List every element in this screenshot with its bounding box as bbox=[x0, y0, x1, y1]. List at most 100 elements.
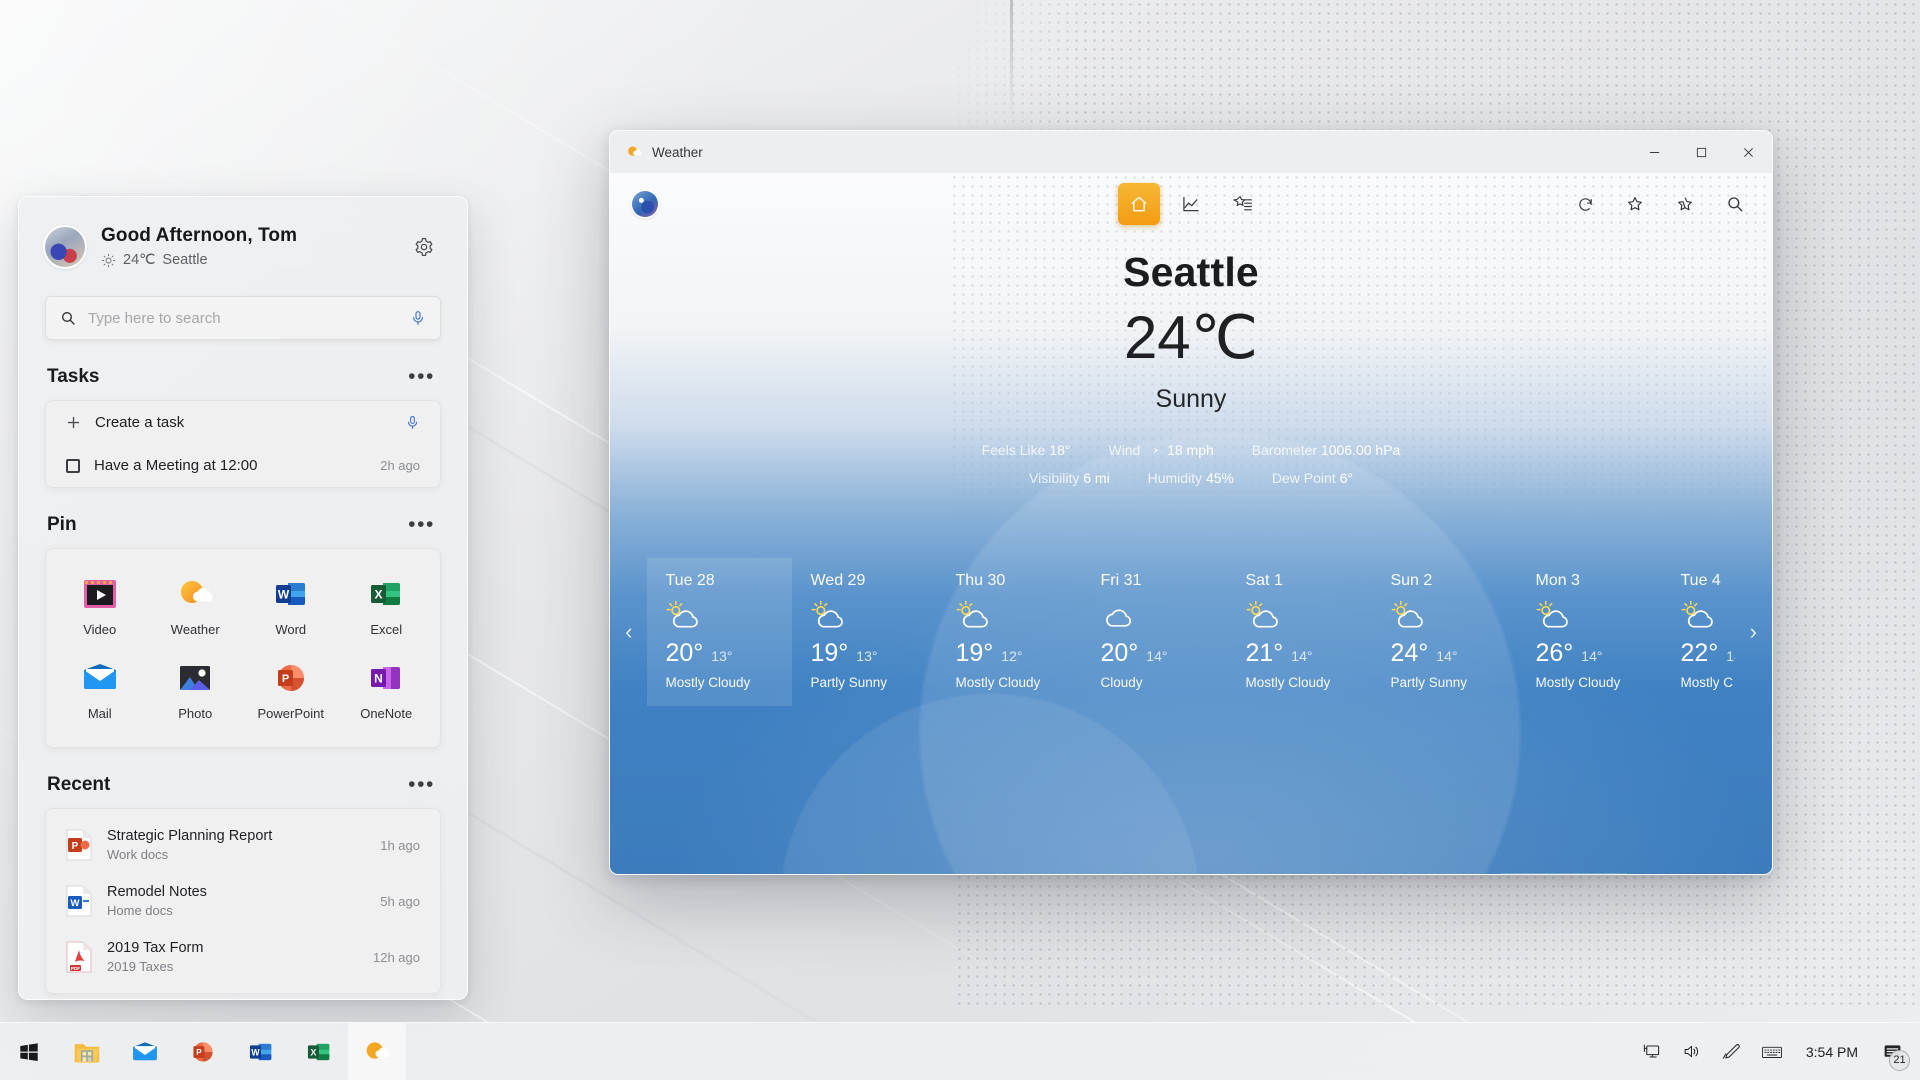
checkbox-icon[interactable] bbox=[66, 459, 80, 473]
pen-button[interactable] bbox=[1714, 1023, 1750, 1080]
taskbar: P W X bbox=[0, 1022, 1920, 1080]
forecast-day: Thu 30 bbox=[955, 572, 1082, 590]
pin-star-icon bbox=[1676, 195, 1694, 213]
recent-card: P Strategic Planning Report Work docs 1h… bbox=[45, 808, 441, 994]
svg-text:P: P bbox=[282, 673, 289, 685]
forecast-condition: Mostly Cloudy bbox=[1535, 675, 1662, 690]
pin-item-video[interactable]: Video bbox=[52, 565, 148, 649]
keyboard-button[interactable] bbox=[1754, 1023, 1790, 1080]
pin-item-powerpoint[interactable]: P PowerPoint bbox=[243, 649, 339, 733]
recent-item-title: Strategic Planning Report bbox=[107, 828, 365, 844]
recent-item[interactable]: PDF 2019 Tax Form 2019 Taxes 12h ago bbox=[46, 929, 440, 985]
pin-item-photo[interactable]: Photo bbox=[148, 649, 244, 733]
window-titlebar[interactable]: Weather bbox=[610, 131, 1772, 173]
pin-more-button[interactable]: ••• bbox=[404, 514, 439, 536]
tasks-more-button[interactable]: ••• bbox=[404, 366, 439, 388]
forecast-high: 22° bbox=[1680, 639, 1718, 668]
task-item[interactable]: Have a Meeting at 12:00 2h ago bbox=[46, 444, 440, 487]
create-task-row[interactable]: Create a task bbox=[46, 401, 440, 444]
powerpoint-app-icon: P bbox=[189, 1038, 217, 1066]
pin-item-weather[interactable]: Weather bbox=[148, 565, 244, 649]
stat-label: Visibility bbox=[1029, 470, 1079, 486]
refresh-button[interactable] bbox=[1570, 189, 1600, 219]
recent-item[interactable]: P Strategic Planning Report Work docs 1h… bbox=[46, 817, 440, 873]
display-button[interactable] bbox=[1634, 1023, 1670, 1080]
forecast-day-card[interactable]: Sat 1 21° 14° Mostly Cloudy bbox=[1227, 558, 1372, 706]
forecast-day: Wed 29 bbox=[810, 572, 937, 590]
forecast-day: Fri 31 bbox=[1100, 572, 1227, 590]
forecast-day-card[interactable]: Wed 29 19° 13° Partly Sunny bbox=[792, 558, 937, 706]
mail-app-icon bbox=[81, 659, 119, 697]
taskbar-item-mail[interactable] bbox=[116, 1023, 174, 1080]
globe-icon[interactable] bbox=[632, 191, 658, 217]
volume-button[interactable] bbox=[1674, 1023, 1710, 1080]
weather-toolbar bbox=[610, 173, 1772, 235]
forecast-day-card[interactable]: Tue 4 22° 14° Mostly C bbox=[1662, 558, 1734, 706]
svg-text:W: W bbox=[251, 1047, 260, 1057]
notification-center-button[interactable]: 21 bbox=[1874, 1023, 1910, 1080]
forecast-high: 19° bbox=[810, 639, 848, 668]
taskbar-item-excel[interactable]: X bbox=[290, 1023, 348, 1080]
search-button[interactable] bbox=[1720, 189, 1750, 219]
settings-button[interactable] bbox=[407, 230, 441, 264]
forecast-day-card[interactable]: Fri 31 20° 14° Cloudy bbox=[1082, 558, 1227, 706]
forecast-day-card[interactable]: Thu 30 19° 12° Mostly Cloudy bbox=[937, 558, 1082, 706]
stat-label: Wind bbox=[1108, 442, 1140, 458]
forecast-next-button[interactable]: › bbox=[1735, 558, 1772, 706]
details-tab[interactable]: Details bbox=[1627, 873, 1734, 874]
summary-tab[interactable]: Summary bbox=[1501, 873, 1627, 874]
start-button[interactable] bbox=[0, 1023, 58, 1080]
task-time: 2h ago bbox=[380, 458, 420, 473]
current-temperature: 24℃ bbox=[610, 306, 1772, 369]
taskbar-item-weather[interactable] bbox=[348, 1023, 406, 1080]
minimize-button[interactable] bbox=[1631, 131, 1678, 173]
recent-item[interactable]: W Remodel Notes Home docs 5h ago bbox=[46, 873, 440, 929]
weather-window: Weather bbox=[609, 130, 1773, 875]
star-icon bbox=[1626, 195, 1644, 213]
tab-favorites[interactable] bbox=[1222, 183, 1264, 225]
taskbar-item-word[interactable]: W bbox=[232, 1023, 290, 1080]
close-button[interactable] bbox=[1725, 131, 1772, 173]
forecast-low: 14° bbox=[1726, 648, 1734, 664]
maximize-button[interactable] bbox=[1678, 131, 1725, 173]
recent-more-button[interactable]: ••• bbox=[404, 774, 439, 796]
pin-item-excel[interactable]: X Excel bbox=[339, 565, 435, 649]
forecast-high: 20° bbox=[1100, 639, 1138, 668]
tab-home[interactable] bbox=[1118, 183, 1160, 225]
pin-label: Video bbox=[83, 622, 116, 637]
tab-forecast[interactable] bbox=[1170, 183, 1212, 225]
pin-title: Pin bbox=[47, 514, 77, 536]
taskbar-item-powerpoint[interactable]: P bbox=[174, 1023, 232, 1080]
search-input[interactable]: Type here to search bbox=[45, 296, 441, 340]
forecast-day-card[interactable]: Mon 3 26° 14° Mostly Cloudy bbox=[1517, 558, 1662, 706]
forecast-low: 12° bbox=[1001, 648, 1022, 664]
forecast-day-card[interactable]: Sun 2 24° 14° Partly Sunny bbox=[1372, 558, 1517, 706]
avatar[interactable] bbox=[45, 227, 85, 267]
pin-button[interactable] bbox=[1670, 189, 1700, 219]
stat-value: 18° bbox=[1049, 442, 1070, 458]
volume-icon bbox=[1682, 1042, 1701, 1061]
taskbar-item-explorer[interactable] bbox=[58, 1023, 116, 1080]
pin-section-header: Pin ••• bbox=[19, 488, 467, 548]
recent-item-subtitle: 2019 Taxes bbox=[107, 959, 358, 974]
pin-item-onenote[interactable]: N OneNote bbox=[339, 649, 435, 733]
microphone-icon[interactable] bbox=[405, 415, 420, 430]
weather-nav-tabs bbox=[1118, 183, 1264, 225]
forecast-prev-button[interactable]: ‹ bbox=[610, 558, 647, 706]
svg-text:X: X bbox=[311, 1047, 317, 1057]
powerpoint-app-icon: P bbox=[272, 659, 310, 697]
pin-label: OneNote bbox=[360, 706, 412, 721]
microphone-icon[interactable] bbox=[410, 310, 426, 326]
stat-label: Barometer bbox=[1252, 442, 1317, 458]
current-condition: Sunny bbox=[610, 385, 1772, 414]
tasks-card: Create a task Have a Meeting at 12:00 2h… bbox=[45, 400, 441, 488]
forecast-high: 21° bbox=[1245, 639, 1283, 668]
pin-item-word[interactable]: W Word bbox=[243, 565, 339, 649]
stat-value: 45% bbox=[1206, 470, 1234, 486]
sun-cloud-icon bbox=[1680, 599, 1734, 633]
pin-item-mail[interactable]: Mail bbox=[52, 649, 148, 733]
clock[interactable]: 3:54 PM bbox=[1794, 1023, 1870, 1080]
forecast-day-card[interactable]: Tue 28 20° 13° Most bbox=[647, 558, 792, 706]
favorite-button[interactable] bbox=[1620, 189, 1650, 219]
recent-item-subtitle: Work docs bbox=[107, 847, 365, 862]
